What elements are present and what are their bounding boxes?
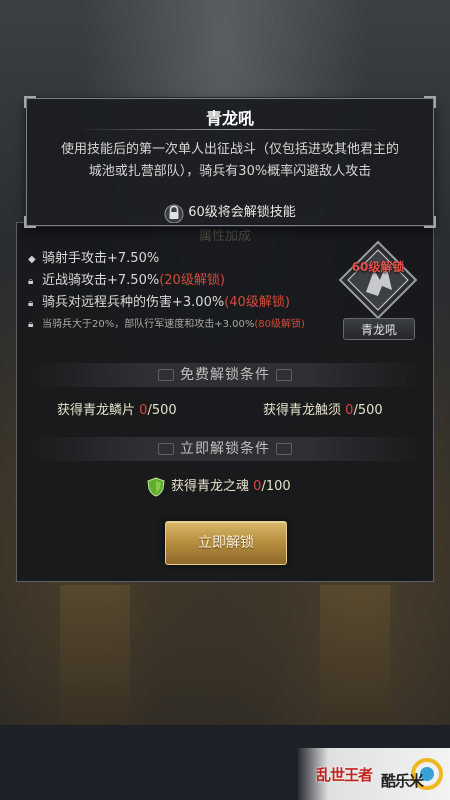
- lock-icon: 🔒︎: [28, 298, 34, 309]
- instant-unlock-button[interactable]: 立即解锁: [165, 521, 287, 565]
- instant-unlock-header: 立即解锁条件: [28, 437, 422, 461]
- title-divider: [77, 129, 383, 130]
- attribute-row: 🔒︎ 骑兵对远程兵种的伤害+3.00%(40级解锁): [28, 292, 328, 314]
- background-pillar: [320, 585, 390, 725]
- lock-icon: [164, 204, 184, 223]
- site-logo-text: 酷乐米: [381, 772, 424, 790]
- free-unlock-header: 免费解锁条件: [28, 363, 422, 387]
- tooltip-title: 青龙吼: [205, 109, 254, 128]
- green-shield-icon: [147, 476, 165, 497]
- skill-badge-icon[interactable]: [338, 240, 418, 320]
- badge-unlock-label: 60级解锁: [351, 260, 405, 274]
- skill-name-button[interactable]: 青龙吼: [343, 318, 415, 340]
- instant-unlock-item-soul: 获得青龙之魂 0/100: [147, 475, 291, 497]
- skill-tooltip: 青龙吼 使用技能后的第一次单人出征战斗（仅包括进攻其他君主的 城池或扎营部队），…: [24, 96, 436, 228]
- lock-icon: 🔒︎: [28, 319, 34, 330]
- ornament-icon: [158, 369, 174, 381]
- background-pillar: [60, 585, 130, 725]
- attribute-list: ◆ 骑射手攻击+7.50% 🔒︎ 近战骑攻击+7.50%(20级解锁) 🔒︎ 骑兵对远…: [28, 248, 328, 336]
- attribute-row: 🔒︎ 近战骑攻击+7.50%(20级解锁): [28, 270, 328, 292]
- free-unlock-item-whiskers: 获得青龙触须 0/500: [263, 403, 383, 418]
- attribute-row: ◆ 骑射手攻击+7.50%: [28, 248, 328, 270]
- attribute-row: 🔒︎ 当骑兵大于20%，部队行军速度和攻击+3.00%(80级解锁): [28, 314, 328, 336]
- ornament-icon: [276, 369, 292, 381]
- tooltip-description: 使用技能后的第一次单人出征战斗（仅包括进攻其他君主的 城池或扎营部队），骑兵有3…: [60, 142, 399, 179]
- tooltip-lock-notice: 60级将会解锁技能: [27, 201, 433, 223]
- game-logo: 乱世王者: [315, 766, 373, 784]
- bullet-icon: ◆: [28, 254, 36, 265]
- free-unlock-item-scales: 获得青龙鳞片 0/500: [57, 403, 177, 418]
- ornament-icon: [158, 443, 174, 455]
- ornament-icon: [276, 443, 292, 455]
- lock-icon: 🔒︎: [28, 276, 34, 287]
